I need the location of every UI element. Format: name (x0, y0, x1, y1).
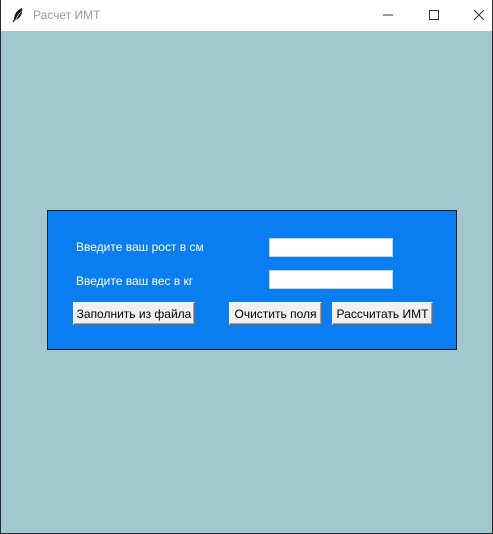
maximize-button[interactable] (411, 0, 457, 31)
minimize-icon (383, 7, 393, 25)
calculate-bmi-button[interactable]: Рассчитать ИМТ (332, 302, 433, 325)
weight-input[interactable] (269, 270, 393, 289)
clear-fields-button[interactable]: Очистить поля (229, 302, 322, 325)
weight-label: Введите ваш вес в кг (76, 274, 194, 288)
height-input[interactable] (269, 238, 393, 257)
minimize-button[interactable] (365, 0, 411, 31)
close-icon (473, 7, 485, 25)
feather-icon (11, 7, 25, 23)
height-label: Введите ваш рост в см (76, 240, 204, 254)
fill-from-file-button[interactable]: Заполнить из файла (73, 302, 195, 325)
app-window: Расчет ИМТ Введите ваш рост в см Введите… (0, 0, 493, 534)
bmi-form-frame: Введите ваш рост в см Введите ваш вес в … (47, 210, 457, 350)
title-bar[interactable]: Расчет ИМТ (1, 0, 492, 31)
window-client-area: Введите ваш рост в см Введите ваш вес в … (1, 31, 492, 533)
close-button[interactable] (456, 0, 493, 31)
window-title: Расчет ИМТ (33, 8, 101, 22)
maximize-icon (429, 7, 439, 25)
